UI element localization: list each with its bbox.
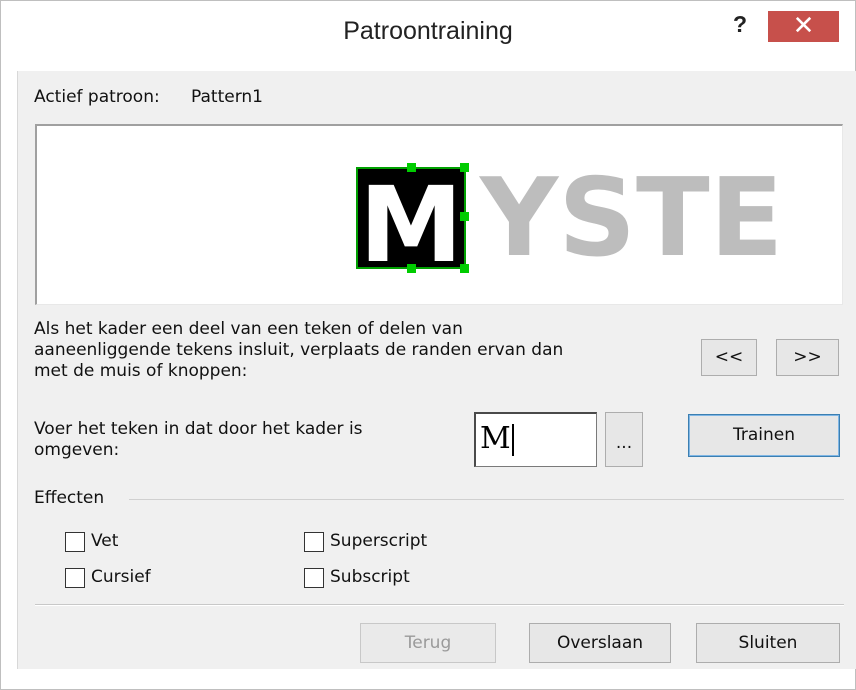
- back-button[interactable]: Terug: [360, 623, 496, 663]
- subscript-checkbox[interactable]: [304, 568, 324, 588]
- skip-button[interactable]: Overslaan: [529, 623, 671, 663]
- text-caret: [511, 424, 514, 456]
- help-icon[interactable]: ?: [728, 11, 752, 41]
- character-input-value: M: [480, 421, 511, 456]
- character-input[interactable]: M: [474, 412, 597, 467]
- resize-handle-bottom[interactable]: [407, 264, 416, 273]
- next-char-button[interactable]: >>: [776, 339, 839, 376]
- effects-group-title: Effecten: [34, 488, 105, 508]
- footer-separator: [35, 604, 844, 606]
- window-title: Patroontraining: [343, 17, 513, 45]
- resize-handle-bottom-right[interactable]: [460, 264, 469, 273]
- previous-char-button[interactable]: <<: [701, 339, 757, 376]
- active-pattern-label: Actief patroon:: [34, 87, 160, 107]
- italic-label[interactable]: Cursief: [91, 567, 151, 588]
- bold-checkbox[interactable]: [65, 532, 85, 552]
- resize-handle-top[interactable]: [407, 163, 416, 172]
- enter-char-prompt-line-1: Voer het teken in dat door het kader is: [34, 419, 363, 439]
- browse-characters-button[interactable]: ...: [605, 412, 643, 467]
- character-preview[interactable]: YSTE M: [35, 124, 843, 305]
- superscript-label[interactable]: Superscript: [330, 531, 427, 552]
- active-pattern-value: Pattern1: [191, 87, 263, 107]
- dialog-body: Actief patroon: Pattern1 YSTE M Als het …: [17, 71, 856, 669]
- close-button[interactable]: Sluiten: [696, 623, 840, 663]
- enter-char-prompt-line-2: omgeven:: [34, 440, 120, 460]
- superscript-checkbox[interactable]: [304, 532, 324, 552]
- close-window-button[interactable]: ✕: [768, 11, 839, 42]
- instruction-line-2: aaneenliggende tekens insluit, verplaats…: [34, 340, 564, 360]
- preview-remaining-text: YSTE: [478, 156, 783, 281]
- resize-handle-top-right[interactable]: [460, 163, 469, 172]
- instruction-line-1: Als het kader een deel van een teken of …: [34, 319, 463, 339]
- pattern-training-dialog: Patroontraining ? ✕ Actief patroon: Patt…: [0, 0, 856, 690]
- instruction-line-3: met de muis of knoppen:: [34, 361, 248, 381]
- resize-handle-right[interactable]: [460, 212, 469, 221]
- preview-canvas: YSTE M: [356, 156, 783, 286]
- train-button[interactable]: Trainen: [688, 414, 840, 457]
- bold-label[interactable]: Vet: [91, 531, 118, 552]
- subscript-label[interactable]: Subscript: [330, 567, 410, 588]
- effects-group-line: [129, 499, 844, 500]
- title-bar: Patroontraining ? ✕: [1, 1, 855, 71]
- italic-checkbox[interactable]: [65, 568, 85, 588]
